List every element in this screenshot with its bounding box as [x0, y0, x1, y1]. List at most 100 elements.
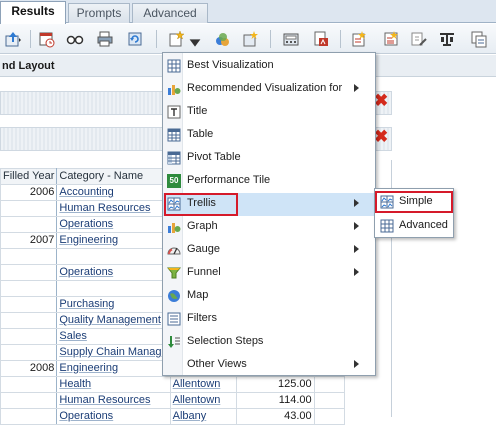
- filler-cell: [313, 376, 345, 393]
- best-visualization-icon: [167, 59, 181, 73]
- menu-item-best-visualization[interactable]: Best Visualization: [163, 55, 375, 78]
- column-header-category[interactable]: Category - Name: [56, 168, 171, 185]
- duplicate-icon[interactable]: [470, 30, 488, 48]
- submenu-arrow-icon: [354, 84, 359, 92]
- funnel-icon: [167, 266, 181, 280]
- menu-item-pivot-table[interactable]: Pivot Table: [163, 147, 375, 170]
- menu-item-funnel[interactable]: Funnel: [163, 262, 375, 285]
- recommended-visualization-icon: [167, 82, 181, 96]
- simple-trellis-icon: [380, 195, 394, 209]
- category-cell: [56, 248, 171, 265]
- year-cell: [0, 296, 58, 313]
- pivot-table-icon: [167, 151, 181, 165]
- category-link[interactable]: Operations: [56, 264, 171, 281]
- year-cell: [0, 312, 58, 329]
- menu-item-label: Other Views: [187, 358, 247, 370]
- submenu-item-advanced[interactable]: Advanced: [375, 215, 453, 237]
- filter-icon[interactable]: [350, 30, 368, 48]
- selection-steps-icon: [167, 335, 181, 349]
- new-view-alt-icon[interactable]: [242, 30, 260, 48]
- table-row: Health Allentown 125.00: [0, 376, 345, 393]
- export-icon[interactable]: [4, 30, 22, 48]
- category-link[interactable]: Operations: [56, 216, 171, 233]
- submenu-arrow-icon: [354, 245, 359, 253]
- year-cell: [0, 376, 58, 393]
- menu-item-label: Funnel: [187, 266, 221, 278]
- new-view-icon[interactable]: [168, 30, 186, 48]
- graph-icon: [167, 220, 181, 234]
- trellis-callout-box: [164, 193, 238, 216]
- menu-item-title[interactable]: Title: [163, 101, 375, 124]
- category-cell: [56, 280, 171, 297]
- refresh-icon[interactable]: [126, 30, 144, 48]
- category-link[interactable]: Sales: [56, 328, 171, 345]
- year-cell: [0, 392, 58, 409]
- submenu-arrow-icon: [354, 268, 359, 276]
- chevron-down-icon[interactable]: [186, 34, 201, 47]
- column-icon[interactable]: [438, 30, 456, 48]
- table-icon: [167, 128, 181, 142]
- menu-item-label: Recommended Visualization for: [187, 82, 343, 94]
- year-cell: 2008: [0, 360, 58, 377]
- menu-item-map[interactable]: Map: [163, 285, 375, 308]
- tab-advanced[interactable]: Advanced: [132, 3, 208, 23]
- toolbar-separator: [156, 30, 157, 48]
- category-link[interactable]: Accounting: [56, 184, 171, 201]
- value-cell: 114.00: [235, 392, 315, 409]
- menu-item-label: Map: [187, 289, 209, 301]
- gauge-icon: [167, 243, 181, 257]
- right-canvas: [392, 77, 496, 417]
- category-link[interactable]: Engineering: [56, 360, 171, 377]
- category-link[interactable]: Health: [56, 376, 171, 393]
- menu-item-gauge[interactable]: Gauge: [163, 239, 375, 262]
- print-icon[interactable]: [96, 30, 114, 48]
- tab-results[interactable]: Results: [0, 1, 66, 24]
- menu-item-selection-steps[interactable]: Selection Steps: [163, 331, 375, 354]
- schedule-icon[interactable]: [38, 30, 56, 48]
- preview-icon[interactable]: [66, 30, 84, 48]
- menu-item-recommended-visualization[interactable]: Recommended Visualization for: [163, 78, 375, 101]
- year-cell: [0, 344, 58, 361]
- menu-item-label: Filters: [187, 312, 217, 324]
- menu-item-filters[interactable]: Filters: [163, 308, 375, 331]
- close-icon[interactable]: ✖: [374, 92, 388, 109]
- close-icon[interactable]: ✖: [374, 128, 388, 145]
- submenu-item-label: Advanced: [399, 219, 448, 231]
- edit-icon[interactable]: [410, 30, 428, 48]
- tab-bar: Results Prompts Advanced: [0, 0, 496, 24]
- submenu-arrow-icon: [354, 360, 359, 368]
- year-cell: [0, 280, 58, 297]
- filler-cell: [313, 392, 345, 409]
- menu-item-graph[interactable]: Graph: [163, 216, 375, 239]
- category-link[interactable]: Supply Chain Manage: [56, 344, 171, 361]
- report-icon[interactable]: [382, 30, 400, 48]
- menu-item-label: Selection Steps: [187, 335, 264, 347]
- value-cell: 125.00: [235, 376, 315, 393]
- column-header-year[interactable]: Filled Year: [0, 168, 58, 185]
- menu-item-label: Pivot Table: [187, 151, 241, 163]
- category-link[interactable]: Purchasing: [56, 296, 171, 313]
- menu-item-table[interactable]: Table: [163, 124, 375, 147]
- menu-item-other-views[interactable]: Other Views: [163, 354, 375, 377]
- year-cell: [0, 200, 58, 217]
- toolbar: [0, 24, 496, 74]
- new-view-menu: Best Visualization Recommended Visualiza…: [162, 52, 376, 376]
- year-cell: 2007: [0, 232, 58, 249]
- category-link[interactable]: Quality Management: [56, 312, 171, 329]
- city-link[interactable]: Allentown: [169, 376, 237, 393]
- view-properties-icon[interactable]: [214, 30, 232, 48]
- toolbar-separator: [270, 30, 271, 48]
- menu-item-label: Table: [187, 128, 214, 140]
- submenu-item-simple[interactable]: Simple: [375, 191, 453, 213]
- pdf-icon[interactable]: [312, 30, 330, 48]
- category-link[interactable]: Engineering: [56, 232, 171, 249]
- tab-prompts[interactable]: Prompts: [68, 3, 130, 23]
- menu-item-label: Best Visualization: [187, 59, 274, 71]
- city-link[interactable]: Allentown: [169, 392, 237, 409]
- category-link[interactable]: Human Resources: [56, 200, 171, 217]
- toolbar-separator: [340, 30, 341, 48]
- menu-item-performance-tile[interactable]: 50 Performance Tile: [163, 170, 375, 193]
- advanced-trellis-icon: [380, 219, 394, 233]
- category-link[interactable]: Human Resources: [56, 392, 171, 409]
- calculator-icon[interactable]: [282, 30, 300, 48]
